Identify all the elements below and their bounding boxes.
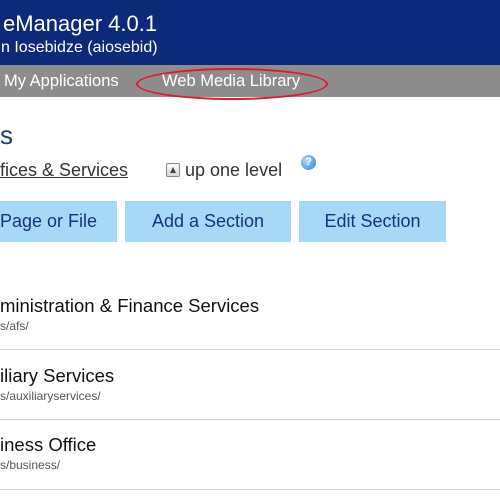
main-nav: My Applications Web Media Library	[0, 65, 500, 100]
nav-web-media-library[interactable]: Web Media Library	[162, 65, 300, 97]
up-arrow-icon	[166, 163, 180, 177]
up-one-level-label: up one level	[185, 160, 283, 180]
app-title: eManager 4.0.1	[3, 11, 158, 36]
section-name[interactable]: ministration & Finance Services	[0, 295, 259, 317]
section-path: s/afs/	[0, 319, 29, 333]
list-item: iness Office s/business/	[0, 420, 500, 490]
section-path: s/business/	[0, 458, 61, 472]
section-path: s/auxiliaryservices/	[0, 389, 101, 403]
section-name[interactable]: iliary Services	[0, 365, 114, 387]
breadcrumb-link[interactable]: fices & Services	[0, 158, 128, 182]
nav-my-applications[interactable]: My Applications	[4, 65, 119, 97]
list-item: iliary Services s/auxiliaryservices/	[0, 350, 500, 420]
edit-section-button[interactable]: Edit Section	[299, 201, 446, 242]
page-title: s	[0, 120, 13, 150]
add-section-button[interactable]: Add a Section	[125, 201, 291, 242]
help-icon[interactable]: ?	[301, 155, 316, 170]
list-item: ministration & Finance Services s/afs/	[0, 280, 500, 350]
user-name: n Iosebidze (aiosebid)	[1, 39, 158, 56]
section-name[interactable]: iness Office	[0, 434, 96, 456]
up-one-level-link[interactable]: up one level	[166, 158, 282, 182]
app-header: eManager 4.0.1 n Iosebidze (aiosebid)	[0, 0, 500, 65]
page-or-file-button[interactable]: Page or File	[0, 201, 117, 242]
